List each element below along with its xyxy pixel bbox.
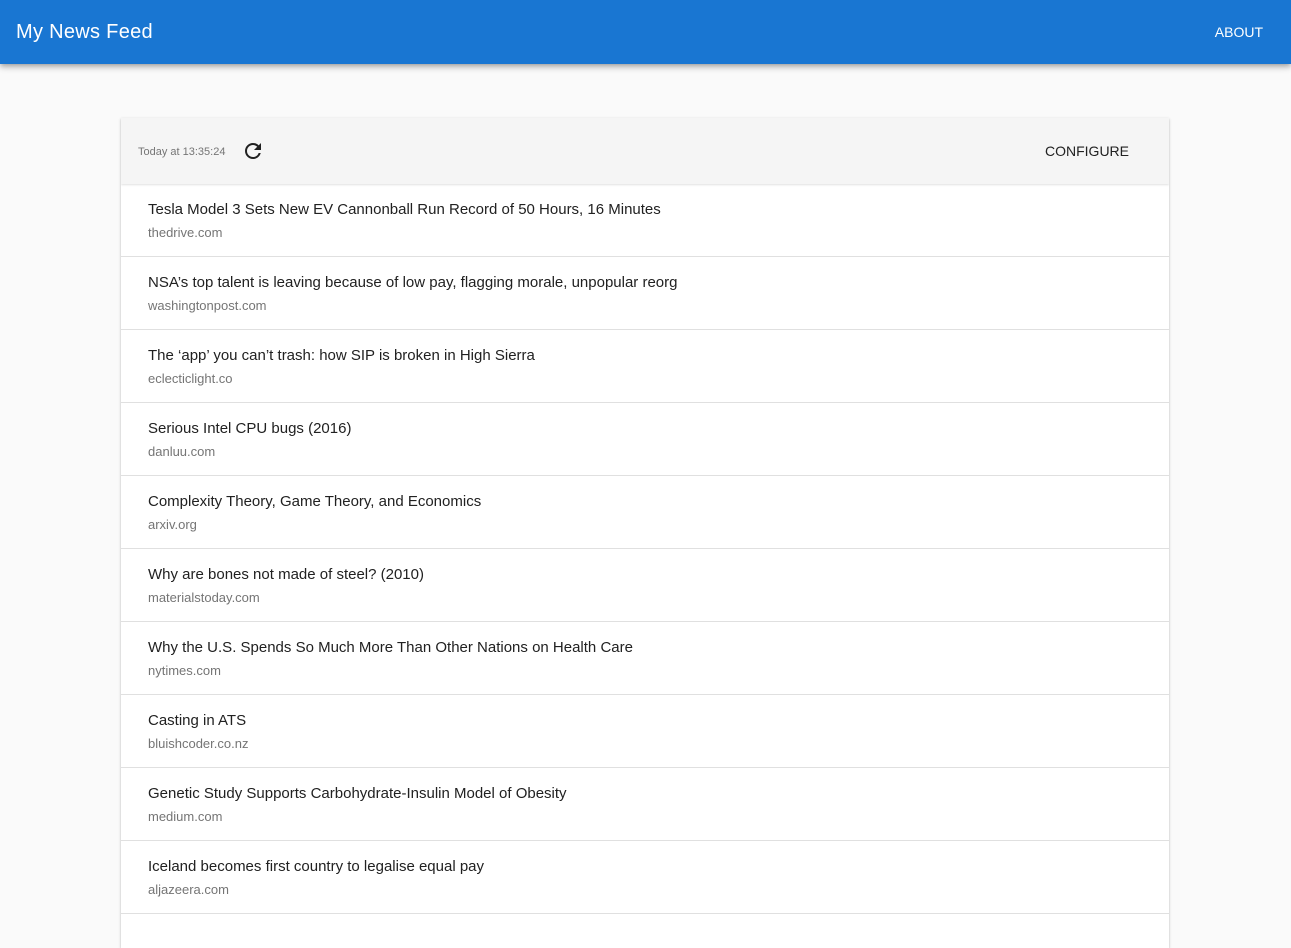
app-bar: My News Feed ABOUT	[0, 0, 1291, 64]
news-item[interactable]: Why are bones not made of steel? (2010) …	[121, 549, 1169, 622]
news-item-source: bluishcoder.co.nz	[148, 736, 249, 751]
news-item-title[interactable]: Complexity Theory, Game Theory, and Econ…	[148, 493, 481, 511]
news-item-source: nytimes.com	[148, 663, 221, 678]
news-item[interactable]: Casting in ATS bluishcoder.co.nz	[121, 695, 1169, 768]
news-item[interactable]	[121, 914, 1169, 948]
news-item-title[interactable]: Casting in ATS	[148, 712, 246, 730]
feed-toolbar: Today at 13:35:24 CONFIGURE	[121, 118, 1169, 184]
news-item-title[interactable]: The ‘app’ you can’t trash: how SIP is br…	[148, 347, 535, 365]
news-item-source: washingtonpost.com	[148, 298, 267, 313]
news-feed-card: Today at 13:35:24 CONFIGURE Tesla Model …	[121, 118, 1169, 948]
news-item-source: arxiv.org	[148, 517, 197, 532]
news-item-title[interactable]: Genetic Study Supports Carbohydrate-Insu…	[148, 785, 567, 803]
news-item-title[interactable]: Tesla Model 3 Sets New EV Cannonball Run…	[148, 201, 661, 219]
news-item[interactable]: Why the U.S. Spends So Much More Than Ot…	[121, 622, 1169, 695]
news-item-title[interactable]: Serious Intel CPU bugs (2016)	[148, 420, 351, 438]
last-updated-timestamp: Today at 13:35:24	[138, 146, 226, 158]
news-item-title[interactable]: Why the U.S. Spends So Much More Than Ot…	[148, 639, 633, 657]
news-item-source: materialstoday.com	[148, 590, 260, 605]
news-item[interactable]: NSA’s top talent is leaving because of l…	[121, 257, 1169, 330]
news-item[interactable]: Genetic Study Supports Carbohydrate-Insu…	[121, 768, 1169, 841]
configure-button[interactable]: CONFIGURE	[1025, 135, 1149, 167]
about-button[interactable]: ABOUT	[1203, 16, 1275, 48]
news-item-source: medium.com	[148, 809, 223, 824]
news-item-title[interactable]: NSA’s top talent is leaving because of l…	[148, 274, 677, 292]
news-item[interactable]: Iceland becomes first country to legalis…	[121, 841, 1169, 914]
news-item[interactable]: Tesla Model 3 Sets New EV Cannonball Run…	[121, 184, 1169, 257]
news-list: Tesla Model 3 Sets New EV Cannonball Run…	[121, 184, 1169, 948]
news-item-source: aljazeera.com	[148, 882, 229, 897]
news-item-source: eclecticlight.co	[148, 371, 233, 386]
news-item-title[interactable]: Why are bones not made of steel? (2010)	[148, 566, 424, 584]
app-title: My News Feed	[16, 21, 153, 43]
refresh-button[interactable]	[239, 137, 267, 165]
news-item-source: thedrive.com	[148, 225, 223, 240]
news-item-title[interactable]: Iceland becomes first country to legalis…	[148, 858, 484, 876]
news-item[interactable]: Complexity Theory, Game Theory, and Econ…	[121, 476, 1169, 549]
news-item-source: danluu.com	[148, 444, 216, 459]
refresh-icon	[245, 143, 261, 159]
news-item[interactable]: The ‘app’ you can’t trash: how SIP is br…	[121, 330, 1169, 403]
news-item[interactable]: Serious Intel CPU bugs (2016) danluu.com	[121, 403, 1169, 476]
